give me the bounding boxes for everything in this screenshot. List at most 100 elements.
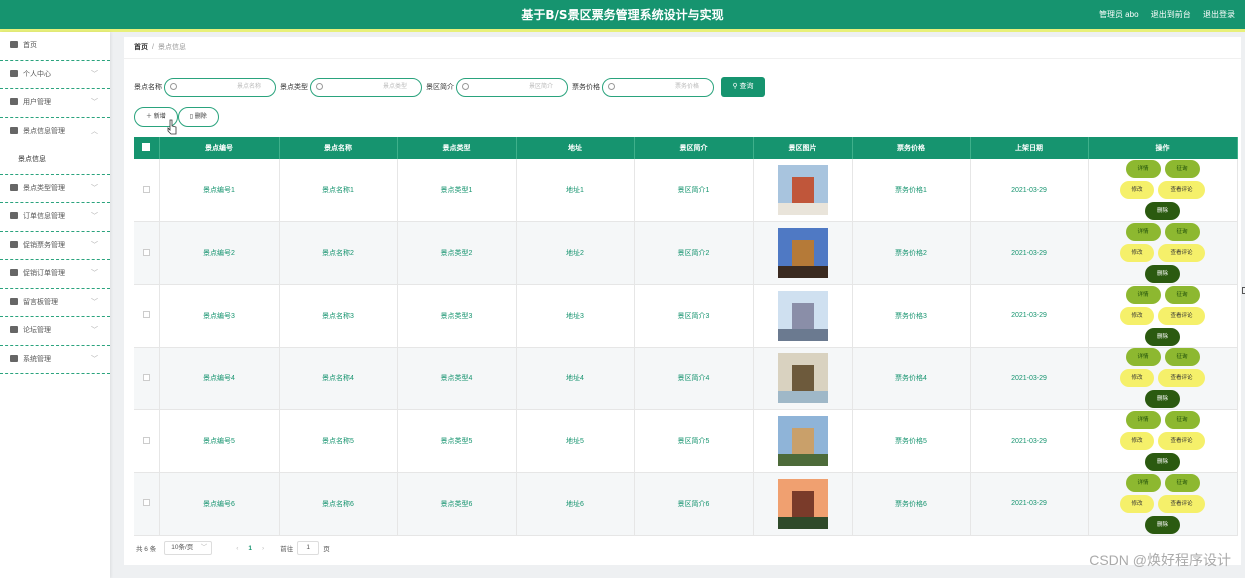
- view-comments-button[interactable]: 查看评论: [1158, 181, 1205, 200]
- cell-code: 景点编号5: [159, 409, 280, 473]
- sidebar-item-profile[interactable]: 个人中心 ﹀: [0, 61, 110, 89]
- sidebar-item-home[interactable]: 首页: [0, 32, 110, 61]
- column-header[interactable]: 票务价格: [852, 137, 971, 159]
- row-checkbox[interactable]: [134, 347, 160, 411]
- detail-button[interactable]: 详情: [1125, 160, 1161, 179]
- sidebar-item-orders[interactable]: 订单信息管理 ﹀: [0, 203, 110, 232]
- delete-button[interactable]: 删除: [1145, 453, 1180, 472]
- search-bar: 景点名称 景点名称 景点类型 景点类型 景区简介 景区简介 票务价格 票务价格 …: [134, 76, 765, 98]
- delete-button[interactable]: 删除: [1145, 202, 1180, 221]
- search-icon: [170, 82, 177, 90]
- sidebar-item-messages[interactable]: 留言板管理 ﹀: [0, 289, 110, 317]
- settings-icon: [10, 354, 18, 362]
- edit-button[interactable]: 修改: [1120, 306, 1154, 325]
- edit-button[interactable]: 修改: [1120, 494, 1154, 513]
- scenic-photo[interactable]: [777, 353, 828, 404]
- consult-button[interactable]: 征询: [1164, 223, 1200, 242]
- sidebar-item-promo-tickets[interactable]: 促销票务管理 ﹀: [0, 232, 110, 260]
- edit-button[interactable]: 修改: [1120, 369, 1154, 388]
- cell-name: 景点名称2: [279, 221, 398, 285]
- cell-actions: 详情 征询 修改 查看评论删除: [1088, 284, 1238, 348]
- sidebar-item-promo-orders[interactable]: 促销订单管理 ﹀: [0, 260, 110, 289]
- sidebar-item-forum[interactable]: 论坛管理 ﹀: [0, 317, 110, 346]
- cell-actions: 详情 征询 修改 查看评论删除: [1088, 409, 1238, 473]
- row-checkbox[interactable]: [134, 284, 160, 348]
- view-comments-button[interactable]: 查看评论: [1158, 244, 1205, 263]
- column-header[interactable]: 地址: [516, 137, 635, 159]
- consult-button[interactable]: 征询: [1164, 473, 1200, 492]
- search-input-scenic-intro[interactable]: 景区简介: [456, 77, 568, 97]
- goto-page-input[interactable]: 1: [297, 541, 320, 555]
- consult-button[interactable]: 征询: [1164, 285, 1200, 304]
- scenic-photo[interactable]: [777, 478, 828, 529]
- frontend-link[interactable]: 退出到前台: [1151, 10, 1191, 19]
- query-button[interactable]: ⚲ 查询: [721, 77, 765, 97]
- column-header[interactable]: 景点编号: [159, 137, 280, 159]
- edit-button[interactable]: 修改: [1120, 181, 1154, 200]
- detail-button[interactable]: 详情: [1125, 285, 1161, 304]
- scenic-table: 景点编号 景点名称 景点类型 地址 景区简介 景区图片 票务价格 上架日期 操作…: [134, 137, 1238, 536]
- cell-type: 景点类型5: [397, 409, 517, 473]
- breadcrumb-home[interactable]: 首页: [134, 44, 148, 51]
- column-header[interactable]: 景区简介: [634, 137, 754, 159]
- cell-price: 票务价格4: [852, 347, 971, 411]
- cell-intro: 景区简介3: [634, 284, 754, 348]
- search-icon: [608, 82, 615, 90]
- delete-button[interactable]: 删除: [1145, 265, 1180, 284]
- cell-code: 景点编号6: [159, 472, 280, 536]
- detail-button[interactable]: 详情: [1125, 348, 1161, 367]
- cell-code: 景点编号4: [159, 347, 280, 411]
- cell-name: 景点名称4: [279, 347, 398, 411]
- search-input-scenic-name[interactable]: 景点名称: [164, 77, 276, 97]
- batch-delete-button[interactable]: ▯ 删除: [177, 107, 219, 127]
- table-row: 景点编号3 景点名称3 景点类型3 地址3 景区简介3 票务价格3 2021-03-29 详情…: [134, 284, 1238, 348]
- sidebar-item-scenic-types[interactable]: 景点类型管理 ﹀: [0, 175, 110, 203]
- detail-button[interactable]: 详情: [1125, 411, 1161, 430]
- sidebar-item-system[interactable]: 系统管理 ﹀: [0, 346, 110, 374]
- page-size-select[interactable]: 10条/页 ﹀: [164, 541, 213, 555]
- view-comments-button[interactable]: 查看评论: [1158, 432, 1205, 451]
- prev-page-icon[interactable]: ‹: [236, 545, 238, 552]
- scenic-photo[interactable]: [777, 165, 828, 216]
- goto-label: 前往: [280, 546, 294, 553]
- view-comments-button[interactable]: 查看评论: [1158, 306, 1205, 325]
- row-checkbox[interactable]: [134, 221, 160, 285]
- scenic-photo[interactable]: [777, 416, 828, 467]
- column-header[interactable]: 景点名称: [279, 137, 398, 159]
- cell-date: 2021-03-29: [970, 284, 1089, 348]
- cell-actions: 详情 征询 修改 查看评论删除: [1088, 221, 1238, 285]
- row-checkbox[interactable]: [134, 409, 160, 473]
- view-comments-button[interactable]: 查看评论: [1158, 494, 1205, 513]
- detail-button[interactable]: 详情: [1125, 473, 1161, 492]
- edit-button[interactable]: 修改: [1120, 432, 1154, 451]
- delete-button[interactable]: 删除: [1145, 390, 1180, 409]
- view-comments-button[interactable]: 查看评论: [1158, 369, 1205, 388]
- table-row: 景点编号2 景点名称2 景点类型2 地址2 景区简介2 票务价格2 2021-03-29 详情…: [134, 221, 1238, 285]
- column-header[interactable]: 景点类型: [397, 137, 517, 159]
- scenic-photo[interactable]: [777, 228, 828, 279]
- select-all-checkbox[interactable]: [134, 137, 160, 159]
- scenic-photo[interactable]: [777, 290, 828, 341]
- consult-button[interactable]: 征询: [1164, 348, 1200, 367]
- detail-button[interactable]: 详情: [1125, 223, 1161, 242]
- search-input-ticket-price[interactable]: 票务价格: [602, 77, 714, 97]
- delete-button[interactable]: 删除: [1145, 327, 1180, 346]
- row-checkbox[interactable]: [134, 472, 160, 536]
- sidebar-item-scenic[interactable]: 景点信息管理 ︿: [0, 118, 110, 147]
- edit-button[interactable]: 修改: [1120, 244, 1154, 263]
- search-input-scenic-type[interactable]: 景点类型: [310, 77, 422, 97]
- consult-button[interactable]: 征询: [1164, 411, 1200, 430]
- sidebar-subitem-scenic-info[interactable]: 景点信息: [0, 146, 110, 175]
- cell-date: 2021-03-29: [970, 472, 1089, 536]
- sidebar-item-users[interactable]: 用户管理 ﹀: [0, 89, 110, 118]
- next-page-icon[interactable]: ›: [262, 545, 264, 552]
- row-checkbox[interactable]: [134, 159, 160, 223]
- pagination: 共 6 条 10条/页 ﹀ ‹ 1 › 前往 1 页: [136, 540, 330, 556]
- cell-code: 景点编号1: [159, 159, 280, 223]
- consult-button[interactable]: 征询: [1164, 160, 1200, 179]
- cell-image: [753, 347, 853, 411]
- logout-link[interactable]: 退出登录: [1203, 10, 1235, 19]
- page-number[interactable]: 1: [248, 545, 252, 552]
- delete-button[interactable]: 删除: [1145, 515, 1180, 534]
- column-header[interactable]: 上架日期: [970, 137, 1089, 159]
